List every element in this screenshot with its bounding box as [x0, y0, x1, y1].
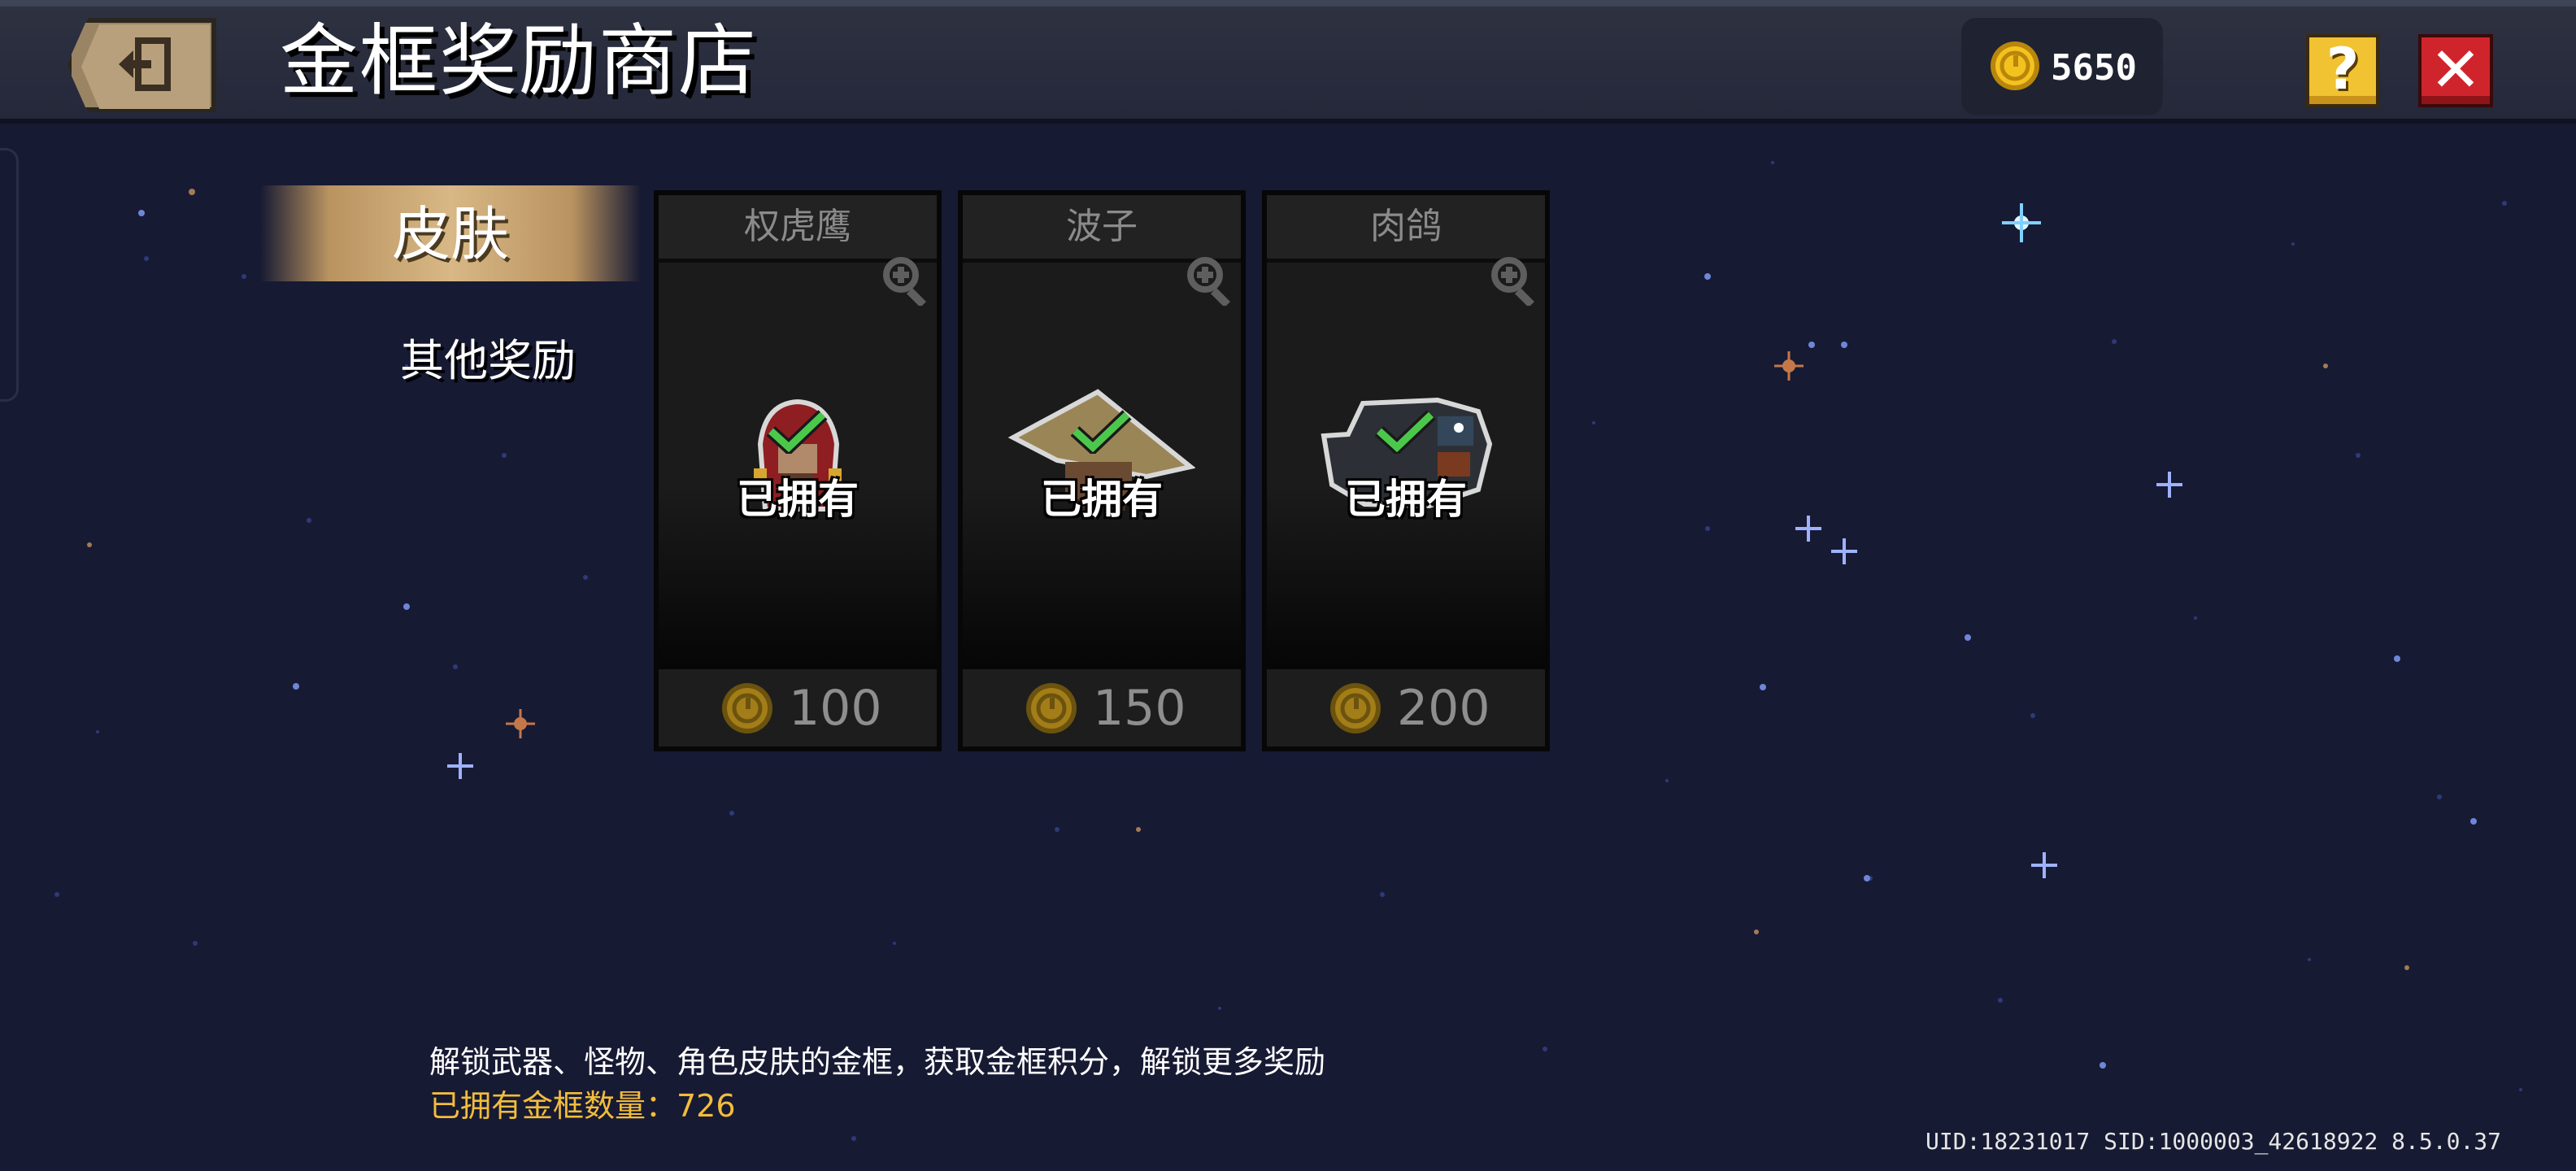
- price-value: 150: [1093, 680, 1186, 737]
- gold-coin-icon: [1026, 683, 1077, 734]
- reward-description: 解锁武器、怪物、角色皮肤的金框，获取金框积分，解锁更多奖励: [429, 1044, 1326, 1080]
- zoom-in-icon[interactable]: [1488, 254, 1540, 306]
- owned-label: 已拥有: [737, 476, 859, 523]
- zoom-in-icon[interactable]: [1184, 254, 1236, 306]
- skin-card-name: 肉鸽: [1267, 195, 1545, 263]
- gold-coin-icon: [722, 683, 772, 734]
- skin-card[interactable]: 权虎鹰 已拥有 100: [654, 190, 942, 751]
- skin-card-name: 权虎鹰: [659, 195, 937, 263]
- skin-card[interactable]: 波子 已拥有 150: [958, 190, 1246, 751]
- page-title: 金框奖励商店: [280, 15, 758, 107]
- tab-skin[interactable]: 皮肤: [260, 192, 641, 276]
- owned-check-icon: [766, 410, 828, 454]
- gold-coin-icon: [1991, 41, 2039, 90]
- close-button[interactable]: ✕: [2418, 34, 2493, 107]
- price-value: 100: [789, 680, 882, 737]
- tab-other-rewards[interactable]: 其他奖励: [342, 329, 634, 394]
- price-value: 200: [1397, 680, 1490, 737]
- owned-frame-count: 已拥有金框数量：726: [429, 1088, 736, 1124]
- owned-check-icon: [1070, 410, 1132, 454]
- help-button[interactable]: ?: [2306, 34, 2379, 107]
- owned-label: 已拥有: [1041, 476, 1163, 523]
- owned-check-icon: [1374, 410, 1436, 454]
- exit-icon: [119, 37, 171, 91]
- gold-coin-icon: [1330, 683, 1381, 734]
- version-info: UID:18231017 SID:1000003_42618922 8.5.0.…: [1925, 1128, 2502, 1155]
- coin-count: 5650: [2051, 47, 2137, 89]
- skin-card[interactable]: 肉鸽 已拥有 200: [1262, 190, 1550, 751]
- skin-card-name: 波子: [963, 195, 1241, 263]
- zoom-in-icon[interactable]: [880, 254, 932, 306]
- side-edge-panel: [0, 148, 19, 402]
- owned-label: 已拥有: [1345, 476, 1467, 523]
